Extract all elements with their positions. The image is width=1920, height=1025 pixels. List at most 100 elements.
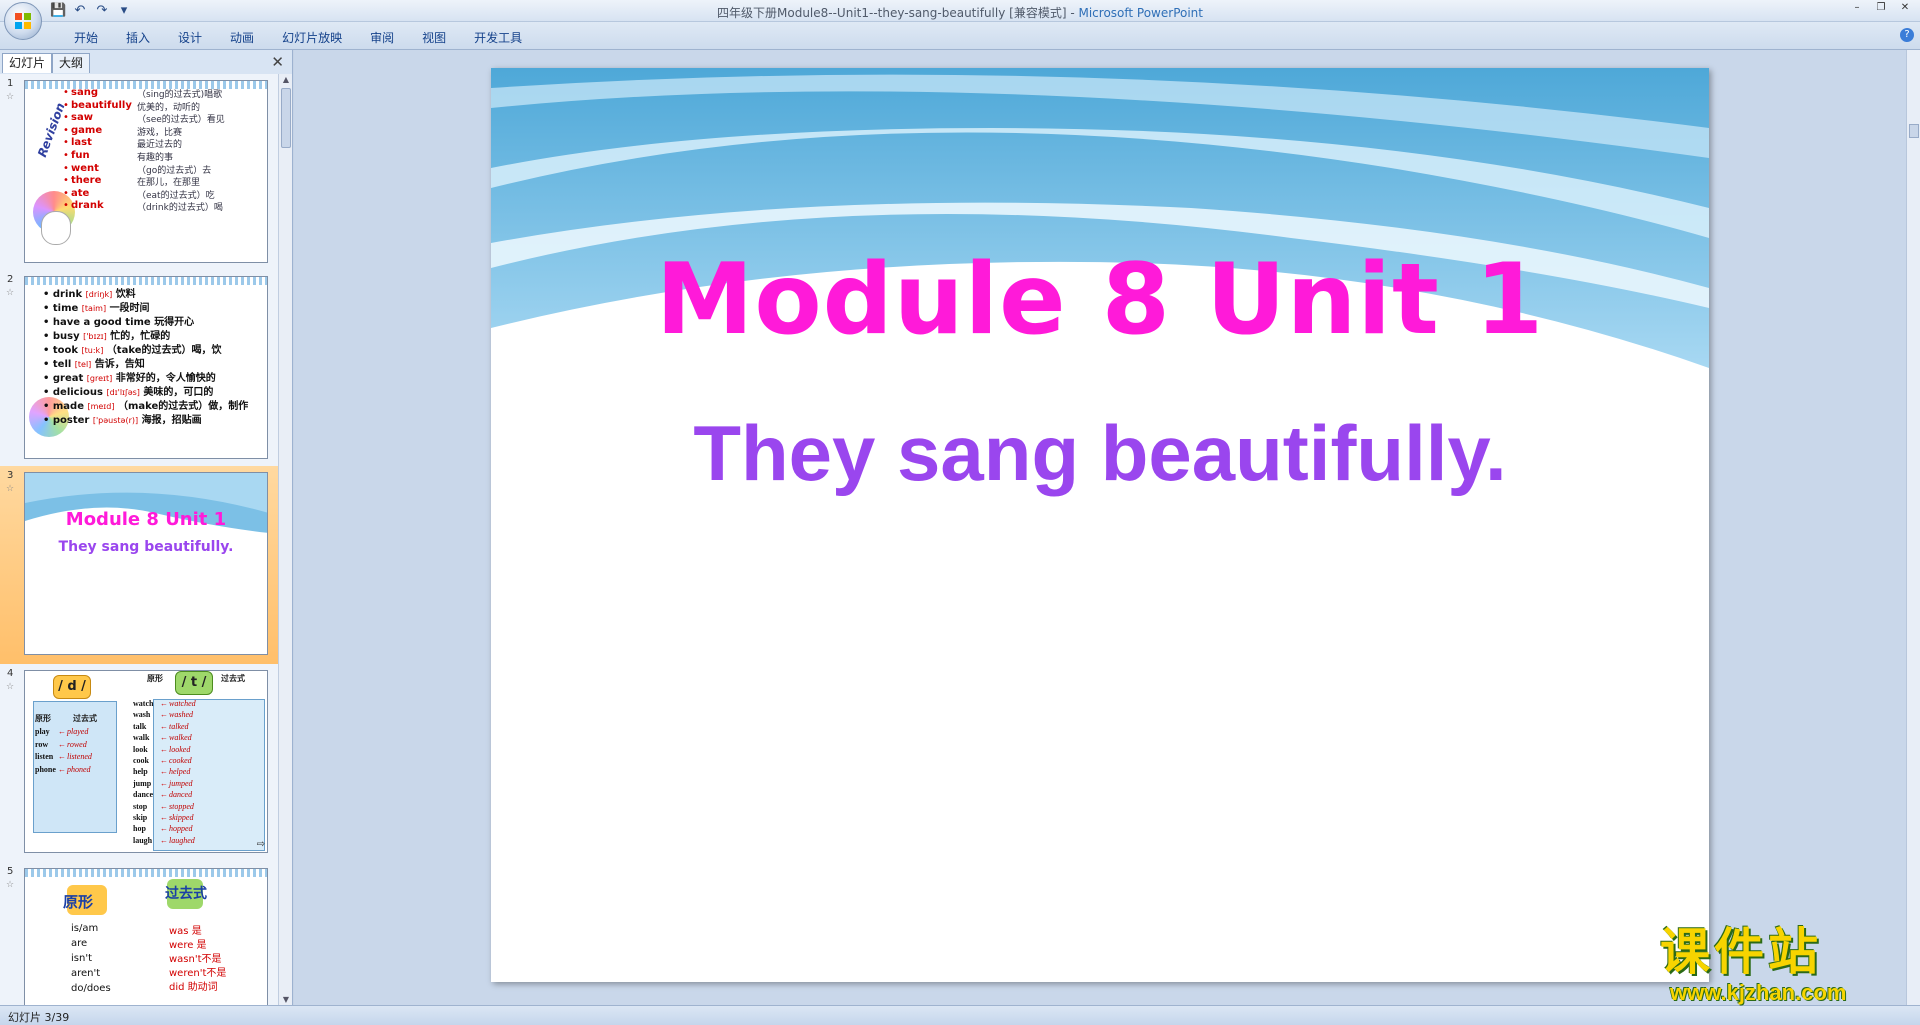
watermark-logo: 课件站 www.kjzhan.com <box>1660 924 1900 1006</box>
vocab-meaning: 有趣的事 <box>137 153 174 163</box>
col-past-label: 过去式 <box>165 886 207 902</box>
animation-star-icon: ☆ <box>6 682 15 692</box>
tab-home[interactable]: 开始 <box>60 29 112 46</box>
ribbon: 开始 插入 设计 动画 幻灯片放映 审阅 视图 开发工具 ? <box>0 22 1920 50</box>
slide-subtitle[interactable]: They sang beautifully. <box>491 408 1709 499</box>
d-sound-label: / d / <box>53 675 91 699</box>
tab-animations[interactable]: 动画 <box>216 29 268 46</box>
vocab-word: ate <box>71 187 90 199</box>
panel-close-icon[interactable]: ✕ <box>271 53 284 71</box>
arrow-icon: ← <box>160 790 168 800</box>
vocab-word: there <box>71 175 102 187</box>
slide-thumb-2[interactable]: 2 ☆ • drink [driŋk] 饮料 • time [taim] 一段时间… <box>0 270 278 466</box>
dotted-border <box>25 277 267 285</box>
vocab-meaning: 在那儿，在那里 <box>137 178 201 189</box>
vocab-word: sang <box>71 87 98 98</box>
scroll-thumb[interactable] <box>1909 124 1919 138</box>
slide-thumbnails: 1 ☆ Revision • sang （sing的过去式)唱歌 • beautiful… <box>0 74 278 1005</box>
base-word: stop <box>133 801 148 811</box>
base-word: dance <box>133 790 153 800</box>
t-col-base: 原形 <box>147 674 163 683</box>
scroll-down-icon[interactable]: ▼ <box>281 995 291 1004</box>
base-word: cook <box>133 756 149 765</box>
editor-scrollbar[interactable] <box>1906 50 1920 1005</box>
phonetic: [tu:k] <box>81 346 104 355</box>
animation-star-icon: ☆ <box>6 92 15 102</box>
vocab-meaning: （eat的过去式）吃 <box>137 190 215 201</box>
col-base-label: 原形 <box>63 893 94 911</box>
vocab-row: • have a good time 玩得开心 <box>43 313 194 328</box>
base-word: wash <box>133 710 151 720</box>
list-item: are <box>71 938 88 949</box>
list-item: isn't <box>71 953 92 964</box>
tab-developer[interactable]: 开发工具 <box>460 29 536 46</box>
arrow-icon: ← <box>160 801 168 811</box>
thumbnails-scrollbar[interactable]: ▲ ▼ <box>278 74 292 1005</box>
office-button[interactable] <box>4 2 42 40</box>
arrow-icon: ← <box>58 752 66 761</box>
slide-number: 4 <box>7 668 14 679</box>
thumb-preview: / d / / t / 原形 过去式 原形 过去式 play ← played row… <box>24 670 268 853</box>
current-slide[interactable]: Module 8 Unit 1 They sang beautifully. <box>491 68 1709 982</box>
tab-insert[interactable]: 插入 <box>112 29 164 46</box>
sky-background <box>491 68 1709 982</box>
scroll-up-icon[interactable]: ▲ <box>281 75 291 84</box>
past-word: washed <box>169 710 193 720</box>
phonetic: [tel] <box>74 360 92 369</box>
vocab-meaning: 最近过去的 <box>137 140 183 151</box>
slide-title[interactable]: Module 8 Unit 1 <box>491 243 1709 357</box>
vocab-meaning: （see的过去式）看见 <box>137 115 225 126</box>
arrow-icon: ← <box>160 756 168 765</box>
slide-editor: Module 8 Unit 1 They sang beautifully. <box>294 50 1906 1005</box>
vocab-word: poster <box>52 415 90 426</box>
past-word: stopped <box>169 801 194 811</box>
past-list: was 是 were 是 wasn't不是 weren't不是 did 助动词 <box>169 925 226 995</box>
past-word: walked <box>169 733 192 743</box>
base-word: laugh <box>133 835 153 845</box>
vocab-word: beautifully <box>71 99 132 111</box>
tab-slides[interactable]: 幻灯片 <box>2 53 53 73</box>
ribbon-tabs: 开始 插入 设计 动画 幻灯片放映 审阅 视图 开发工具 <box>60 29 536 46</box>
slide-thumb-1[interactable]: 1 ☆ Revision • sang （sing的过去式)唱歌 • beautiful… <box>0 74 278 270</box>
arrow-icon: ← <box>160 744 168 754</box>
arrow-icon: ← <box>160 824 168 834</box>
tab-outline[interactable]: 大纲 <box>52 53 91 73</box>
bullet-icon: • <box>63 99 69 111</box>
vocab-word: fun <box>71 150 90 161</box>
base-word: walk <box>133 733 150 743</box>
tab-design[interactable]: 设计 <box>164 29 216 46</box>
restore-icon[interactable]: ❐ <box>1870 1 1892 15</box>
list-item: did 助动词 <box>169 982 218 993</box>
vocab-row: • great [greɪt] 非常好的，令人愉快的 <box>43 369 216 384</box>
arrow-icon: ← <box>58 764 66 774</box>
list-item: was 是 <box>169 926 202 937</box>
tab-view[interactable]: 视图 <box>408 29 460 46</box>
arrow-icon: ← <box>58 727 66 736</box>
list-item: wasn't不是 <box>169 954 222 965</box>
slide-number: 5 <box>7 866 14 877</box>
d-col-base: 原形 <box>35 714 51 723</box>
scroll-thumb[interactable] <box>281 88 291 148</box>
base-word: jump <box>133 778 152 788</box>
sky-background <box>25 473 267 543</box>
phonetic: [driŋk] <box>85 290 113 299</box>
past-word: helped <box>169 767 191 777</box>
bullet-icon: • <box>63 200 69 212</box>
window-title: 四年级下册Module8--Unit1--they-sang-beautiful… <box>717 6 1203 20</box>
base-word: play <box>35 727 50 736</box>
tab-review[interactable]: 审阅 <box>356 29 408 46</box>
vocab-meaning: 游戏，比赛 <box>137 127 183 138</box>
slide-thumb-5[interactable]: 5 ☆ 原形 过去式 is/am are isn't aren't do/doe… <box>0 862 278 1005</box>
slide-thumb-3[interactable]: 3 ☆ Module 8 Unit 1 They sang beautifull… <box>0 466 278 664</box>
thumb-preview: Module 8 Unit 1 They sang beautifully. <box>24 472 268 655</box>
slide-thumb-4[interactable]: 4 ☆ / d / / t / 原形 过去式 原形 过去式 play ← playe… <box>0 664 278 862</box>
help-icon[interactable]: ? <box>1900 28 1914 42</box>
close-icon[interactable]: ✕ <box>1894 1 1916 15</box>
tab-slideshow[interactable]: 幻灯片放映 <box>268 29 356 46</box>
past-word: watched <box>169 699 196 708</box>
thumb-title: Module 8 Unit 1 <box>65 509 227 530</box>
vocab-meaning: （go的过去式）去 <box>137 165 212 176</box>
minimize-icon[interactable]: – <box>1846 1 1868 15</box>
status-bar: 幻灯片 3/39 <box>0 1005 1920 1025</box>
phonetic: [dɪ'lɪʃəs] <box>106 388 140 397</box>
